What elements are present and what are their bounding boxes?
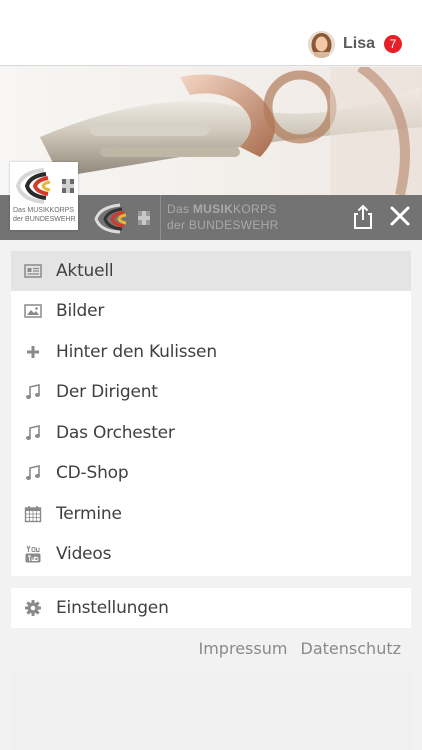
calendar-icon [24, 505, 42, 523]
menu-item-das-orchester[interactable]: Das Orchester [11, 413, 411, 453]
gear-icon [24, 599, 42, 617]
top-bar: Lisa 7 [0, 0, 422, 66]
music-note-icon [24, 424, 42, 442]
settings-item[interactable]: Einstellungen [11, 588, 411, 628]
menu-label: Der Dirigent [56, 382, 158, 402]
menu-label: CD-Shop [56, 463, 129, 483]
user-name[interactable]: Lisa [343, 35, 375, 53]
brand-name: Das MUSIKKORPS der BUNDESWEHR [167, 202, 279, 232]
menu-label: Hinter den Kulissen [56, 342, 217, 362]
bottom-panel [11, 672, 411, 750]
music-note-icon [24, 383, 42, 401]
notification-badge[interactable]: 7 [384, 35, 402, 53]
youtube-icon [24, 545, 42, 563]
menu-item-videos[interactable]: Videos [11, 534, 411, 574]
settings-label: Einstellungen [56, 598, 169, 618]
user-menu[interactable]: Lisa 7 [307, 30, 402, 58]
music-note-icon [24, 464, 42, 482]
share-icon[interactable] [350, 204, 376, 230]
menu-label: Videos [56, 544, 112, 564]
menu-label: Bilder [56, 301, 105, 321]
menu-item-termine[interactable]: Termine [11, 494, 411, 534]
main-menu: Aktuell Bilder Hinter den Kulissen Der D… [11, 251, 411, 576]
impressum-link[interactable]: Impressum [199, 639, 288, 658]
footer-links: Impressum Datenschutz [191, 639, 402, 658]
logo-card: Das MUSIKKORPS der BUNDESWEHR [10, 162, 78, 230]
avatar[interactable] [307, 30, 335, 58]
plus-icon [24, 343, 42, 361]
brand-logo-icon [90, 199, 158, 236]
datenschutz-link[interactable]: Datenschutz [301, 639, 401, 658]
menu-label: Aktuell [56, 261, 114, 281]
brand-separator [160, 195, 161, 240]
menu-label: Termine [56, 504, 122, 524]
newspaper-icon [24, 262, 42, 280]
menu-label: Das Orchester [56, 423, 175, 443]
menu-item-hinter-den-kulissen[interactable]: Hinter den Kulissen [11, 332, 411, 372]
menu-item-aktuell[interactable]: Aktuell [11, 251, 411, 291]
logo-card-text: Das MUSIKKORPS der BUNDESWEHR [13, 207, 76, 223]
image-icon [24, 302, 42, 320]
menu-item-cd-shop[interactable]: CD-Shop [11, 453, 411, 493]
menu-item-der-dirigent[interactable]: Der Dirigent [11, 372, 411, 412]
menu-item-bilder[interactable]: Bilder [11, 291, 411, 331]
close-icon[interactable] [388, 204, 412, 228]
